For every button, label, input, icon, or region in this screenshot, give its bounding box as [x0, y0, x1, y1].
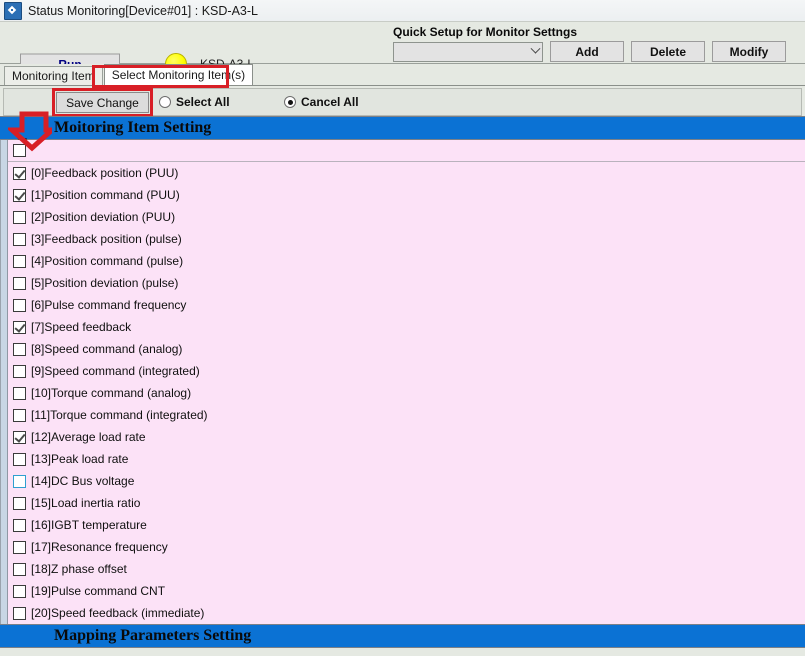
monitoring-item-label: [7]Speed feedback: [31, 320, 132, 334]
monitoring-item-label: [14]DC Bus voltage: [31, 474, 135, 488]
monitoring-item-checkbox[interactable]: [13, 166, 26, 180]
monitoring-item-label: [9]Speed command (integrated): [31, 364, 200, 378]
list-item[interactable]: [10]Torque command (analog): [1, 382, 805, 404]
monitoring-item-label: [6]Pulse command frequency: [31, 298, 187, 312]
list-item[interactable]: [19]Pulse command CNT: [1, 580, 805, 602]
mapping-collapse-toggle-icon[interactable]: [18, 645, 48, 647]
tab-strip: Monitoring Item Select Monitoring Item(s…: [0, 64, 805, 88]
save-change-button[interactable]: Save Change: [56, 92, 149, 113]
list-item[interactable]: [14]DC Bus voltage: [1, 470, 805, 492]
monitoring-item-checkbox[interactable]: [13, 364, 26, 378]
list-item[interactable]: [17]Resonance frequency: [1, 536, 805, 558]
radio-select-all-dot[interactable]: [159, 96, 171, 108]
mapping-parameters-setting-header[interactable]: Mapping Parameters Setting: [0, 624, 805, 648]
list-item[interactable]: [6]Pulse command frequency: [1, 294, 805, 316]
radio-select-all[interactable]: Select All: [159, 95, 230, 109]
list-item[interactable]: [16]IGBT temperature: [1, 514, 805, 536]
monitoring-item-label: [15]Load inertia ratio: [31, 496, 141, 510]
monitoring-item-checkbox[interactable]: [13, 584, 26, 598]
collapse-toggle-icon[interactable]: _: [18, 123, 48, 140]
list-item[interactable]: [18]Z phase offset: [1, 558, 805, 580]
monitoring-item-checkbox[interactable]: [13, 452, 26, 466]
list-item[interactable]: [3]Feedback position (pulse): [1, 228, 805, 250]
monitoring-item-label: [10]Torque command (analog): [31, 386, 192, 400]
monitoring-item-label: [3]Feedback position (pulse): [31, 232, 182, 246]
list-header-row[interactable]: [1, 140, 805, 162]
monitoring-item-label: [0]Feedback position (PUU): [31, 166, 179, 180]
modify-button[interactable]: Modify: [712, 41, 786, 62]
monitoring-item-setting-header[interactable]: _ Moitoring Item Setting: [0, 116, 805, 140]
add-button[interactable]: Add: [550, 41, 624, 62]
action-bar: Save Change Select All Cancel All: [3, 88, 802, 117]
list-item[interactable]: [15]Load inertia ratio: [1, 492, 805, 514]
select-monitoring-items-page: Save Change Select All Cancel All _ Moit…: [0, 88, 805, 648]
monitoring-item-checkbox[interactable]: [13, 210, 26, 224]
monitoring-item-label: [11]Torque command (integrated): [31, 408, 208, 422]
list-item[interactable]: [0]Feedback position (PUU): [1, 162, 805, 184]
mapping-parameters-setting-title: Mapping Parameters Setting: [54, 627, 252, 644]
tab-select-monitoring-items[interactable]: Select Monitoring Item(s): [103, 64, 254, 85]
list-item[interactable]: [8]Speed command (analog): [1, 338, 805, 360]
monitoring-item-checkbox[interactable]: [13, 342, 26, 356]
radio-cancel-all[interactable]: Cancel All: [284, 95, 359, 109]
monitoring-item-checkbox[interactable]: [13, 518, 26, 532]
monitoring-item-label: [8]Speed command (analog): [31, 342, 183, 356]
monitoring-item-checkbox[interactable]: [13, 320, 26, 334]
radio-cancel-all-label: Cancel All: [301, 95, 359, 109]
toolbar: Run KSD-A3-L Quick Setup for Monitor Set…: [0, 22, 805, 75]
quick-setup-dropdown[interactable]: [393, 41, 543, 62]
chevron-down-icon[interactable]: [528, 43, 542, 61]
monitoring-item-list: [0]Feedback position (PUU) [1]Position co…: [0, 140, 805, 624]
list-item[interactable]: [4]Position command (pulse): [1, 250, 805, 272]
monitoring-item-label: [5]Position deviation (pulse): [31, 276, 179, 290]
monitoring-item-label: [2]Position deviation (PUU): [31, 210, 176, 224]
monitoring-item-checkbox[interactable]: [13, 188, 26, 202]
list-left-rail: [1, 140, 8, 624]
monitoring-item-label: [20]Speed feedback (immediate): [31, 606, 205, 620]
monitoring-item-checkbox[interactable]: [13, 540, 26, 554]
quick-setup-controls: Add Delete Modify: [393, 41, 801, 62]
monitoring-item-checkbox[interactable]: [13, 298, 26, 312]
monitoring-item-checkbox[interactable]: [13, 562, 26, 576]
list-item[interactable]: [1]Position command (PUU): [1, 184, 805, 206]
list-item[interactable]: [9]Speed command (integrated): [1, 360, 805, 382]
quick-setup-panel: Quick Setup for Monitor Settngs Add Dele…: [390, 24, 801, 62]
monitoring-item-label: [19]Pulse command CNT: [31, 584, 166, 598]
select-all-header-checkbox[interactable]: [13, 144, 26, 157]
monitoring-item-checkbox[interactable]: [13, 496, 26, 510]
delete-button[interactable]: Delete: [631, 41, 705, 62]
list-item[interactable]: [7]Speed feedback: [1, 316, 805, 338]
window-title: Status Monitoring[Device#01] : KSD-A3-L: [28, 3, 258, 18]
monitoring-item-label: [17]Resonance frequency: [31, 540, 168, 554]
monitoring-item-checkbox[interactable]: [13, 408, 26, 422]
list-item[interactable]: [12]Average load rate: [1, 426, 805, 448]
app-compass-icon: [4, 1, 22, 20]
radio-cancel-all-dot[interactable]: [284, 96, 296, 108]
list-item[interactable]: [5]Position deviation (pulse): [1, 272, 805, 294]
monitoring-item-label: [16]IGBT temperature: [31, 518, 147, 532]
monitoring-item-label: [1]Position command (PUU): [31, 188, 180, 202]
list-item[interactable]: [11]Torque command (integrated): [1, 404, 805, 426]
monitoring-item-label: [12]Average load rate: [31, 430, 146, 444]
quick-setup-title: Quick Setup for Monitor Settngs: [393, 25, 578, 39]
tab-monitoring-item[interactable]: Monitoring Item: [4, 66, 103, 85]
monitoring-item-checkbox[interactable]: [13, 254, 26, 268]
monitoring-item-label: [13]Peak load rate: [31, 452, 129, 466]
list-item[interactable]: [2]Position deviation (PUU): [1, 206, 805, 228]
list-item[interactable]: [20]Speed feedback (immediate): [1, 602, 805, 624]
list-item[interactable]: [13]Peak load rate: [1, 448, 805, 470]
radio-select-all-label: Select All: [176, 95, 230, 109]
title-bar: Status Monitoring[Device#01] : KSD-A3-L: [0, 0, 805, 22]
monitoring-item-checkbox[interactable]: [13, 474, 26, 488]
status-monitoring-window: Status Monitoring[Device#01] : KSD-A3-L …: [0, 0, 805, 656]
monitoring-items-container: [0]Feedback position (PUU) [1]Position co…: [1, 162, 805, 624]
monitoring-item-label: [18]Z phase offset: [31, 562, 127, 576]
monitoring-item-checkbox[interactable]: [13, 386, 26, 400]
monitoring-item-checkbox[interactable]: [13, 232, 26, 246]
monitoring-item-label: [4]Position command (pulse): [31, 254, 184, 268]
monitoring-item-checkbox[interactable]: [13, 606, 26, 620]
monitoring-item-checkbox[interactable]: [13, 430, 26, 444]
monitoring-item-setting-title: Moitoring Item Setting: [54, 119, 212, 136]
monitoring-item-checkbox[interactable]: [13, 276, 26, 290]
